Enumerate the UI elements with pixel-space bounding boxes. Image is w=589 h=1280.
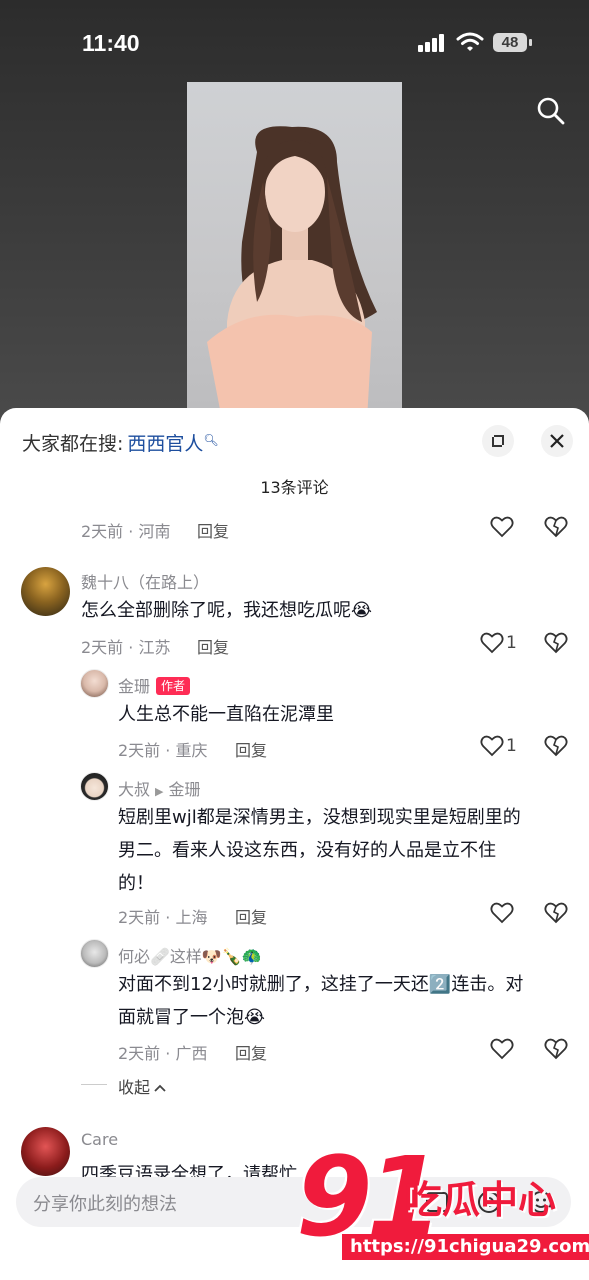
reply-arrow-icon: ▶ — [155, 785, 164, 798]
like-count: 1 — [506, 736, 517, 756]
comment-username[interactable]: Care — [81, 1130, 118, 1149]
trending-search[interactable]: 大家都在搜: 西西官人🔍︎ — [22, 429, 219, 456]
reply-button[interactable]: 回复 — [235, 1040, 267, 1064]
trending-search-term[interactable]: 西西官人 — [127, 433, 203, 455]
comment-meta: 2天前 · 重庆 — [118, 741, 208, 760]
dislike-icon[interactable] — [544, 1038, 568, 1064]
comment-text-line: 面就冒了一个泡😭 — [118, 1007, 266, 1028]
comment-text-line: 对面不到12小时就删了，这挂了一天还2️⃣连击。对 — [118, 974, 524, 995]
status-time: 11:40 — [82, 30, 140, 56]
comment-username[interactable]: 大叔 — [118, 780, 150, 799]
dislike-icon[interactable] — [544, 516, 568, 542]
dislike-icon[interactable] — [544, 632, 568, 658]
author-badge: 作者 — [156, 677, 191, 695]
collapse-divider — [81, 1084, 107, 1085]
heart-icon[interactable] — [490, 902, 514, 928]
comment-username[interactable]: 何必🩹这样🐶🍾🦚 — [118, 943, 262, 967]
comment-text-line: 男二。看来人设这东西，没有好的人品是立不住 — [118, 840, 496, 861]
heart-icon[interactable] — [480, 735, 504, 761]
watermark-url: https://91chigua29.com — [342, 1234, 589, 1260]
reply-button[interactable]: 回复 — [235, 904, 267, 928]
expand-icon — [492, 435, 504, 447]
avatar[interactable] — [21, 1127, 70, 1176]
avatar[interactable] — [80, 669, 109, 698]
comment-meta: 2天前 · 河南 — [81, 522, 171, 541]
battery-indicator: 48 — [493, 33, 527, 52]
watermark-title: 吃瓜中心 — [404, 1178, 557, 1222]
comment-text: 怎么全部删除了呢，我还想吃瓜呢😭 — [81, 600, 373, 621]
comment-username-row: 大叔 ▶ 金珊 — [118, 776, 201, 800]
comment-username[interactable]: 金珊 — [118, 677, 150, 696]
expand-button[interactable] — [482, 425, 514, 457]
like-count: 1 — [506, 633, 517, 653]
comment-meta: 2天前 · 广西 — [118, 1044, 208, 1063]
battery-cap — [529, 39, 532, 46]
video-thumbnail — [187, 82, 402, 420]
avatar[interactable] — [21, 567, 70, 616]
chevron-up-icon — [154, 1084, 166, 1092]
reply-button[interactable]: 回复 — [235, 737, 267, 761]
comment-text: 人生总不能一直陷在泥潭里 — [118, 704, 334, 725]
collapse-button[interactable]: 收起 — [118, 1074, 167, 1098]
comment-input-placeholder: 分享你此刻的想法 — [33, 1194, 177, 1215]
avatar[interactable] — [80, 772, 109, 801]
comment-meta: 2天前 · 上海 — [118, 908, 208, 927]
reply-button[interactable]: 回复 — [197, 634, 229, 658]
comment-text: 短剧里wjl都是深情男主，没想到现实里是短剧里的 男二。看来人设这东西，没有好的… — [118, 801, 568, 900]
reply-to-username[interactable]: 金珊 — [168, 780, 200, 799]
comment-username-row: 金珊 作者 — [118, 673, 191, 697]
comment-count: 13条评论 — [260, 478, 329, 497]
search-icon[interactable] — [536, 96, 566, 130]
comment-text-clip: 四季豆语录全想了，请帮忙 — [81, 1158, 297, 1177]
heart-icon[interactable] — [490, 1038, 514, 1064]
collapse-label: 收起 — [118, 1078, 151, 1097]
dislike-icon[interactable] — [544, 902, 568, 928]
comment-text: 对面不到12小时就删了，这挂了一天还2️⃣连击。对 面就冒了一个泡😭 — [118, 968, 568, 1034]
comment-text-line: 的！ — [118, 873, 154, 894]
status-bar: 11:40 48 — [0, 0, 589, 88]
comment-text-line: 短剧里wjl都是深情男主，没想到现实里是短剧里的 — [118, 807, 521, 828]
avatar[interactable] — [80, 939, 109, 968]
close-icon — [550, 434, 564, 448]
comment-text: 四季豆语录全想了，请帮忙 — [81, 1164, 297, 1177]
comment-meta: 2天前 · 江苏 — [81, 638, 171, 657]
reply-button[interactable]: 回复 — [197, 518, 229, 542]
heart-icon[interactable] — [490, 516, 514, 542]
dislike-icon[interactable] — [544, 735, 568, 761]
comment-username[interactable]: 魏十八（在路上） — [81, 569, 209, 593]
close-button[interactable] — [541, 425, 573, 457]
signal-icon — [418, 34, 446, 56]
search-small-icon: 🔍︎ — [203, 433, 219, 447]
wifi-icon — [456, 32, 484, 56]
heart-icon[interactable] — [480, 632, 504, 658]
trending-search-prefix: 大家都在搜: — [22, 433, 124, 455]
